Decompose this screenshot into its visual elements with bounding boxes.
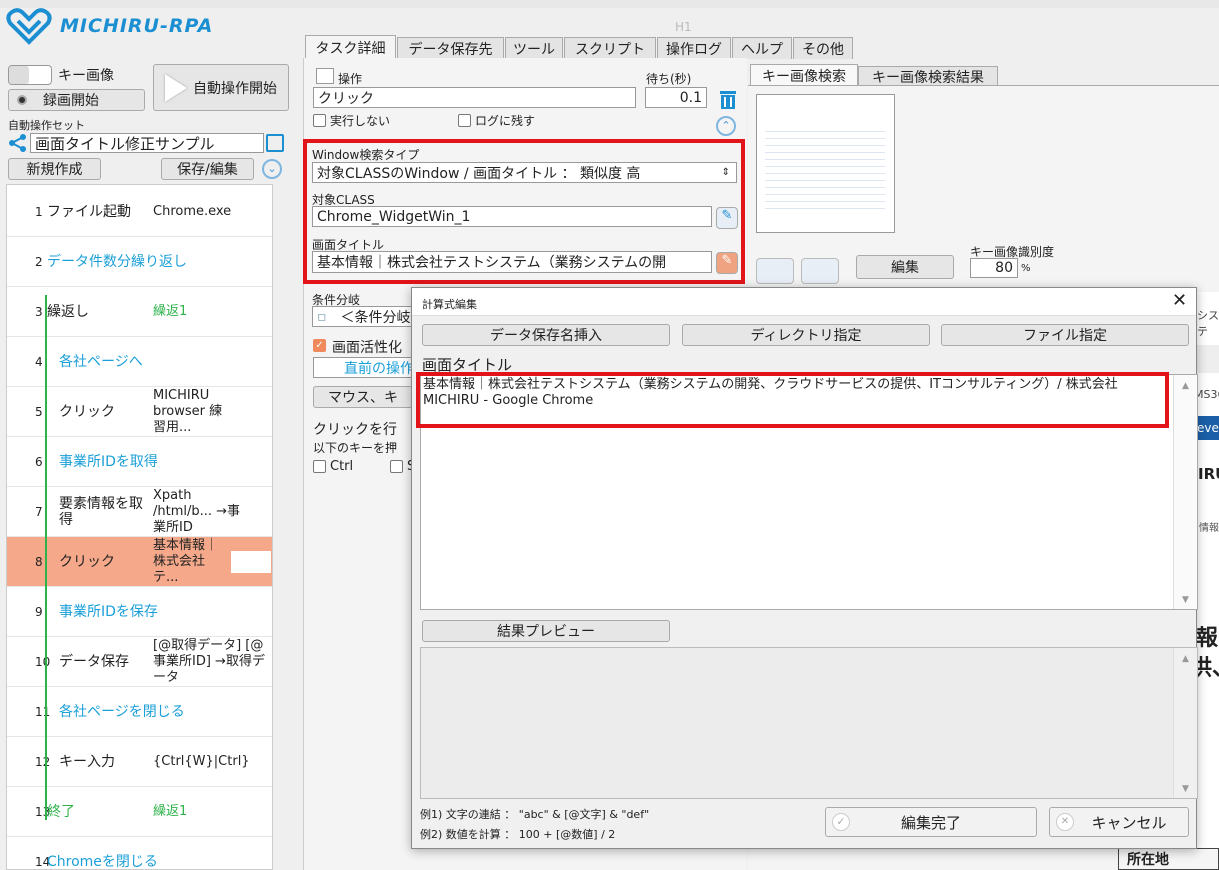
class-field[interactable]: Chrome_WidgetWin_1 xyxy=(312,206,712,227)
select-arrows-icon: ⇕ xyxy=(721,167,730,178)
scrollbar[interactable]: ▲ ▼ xyxy=(1173,375,1197,609)
cancel-button[interactable]: ✕ キャンセル xyxy=(1049,807,1189,837)
op-field[interactable]: クリック xyxy=(313,87,636,108)
tab-data-save[interactable]: データ保存先 xyxy=(397,37,504,59)
example-2: 例2) 数値を計算 ： 100 + [@数値] / 2 xyxy=(420,828,616,841)
skip-checkbox[interactable]: 実行しない xyxy=(313,112,390,129)
new-button[interactable]: 新規作成 xyxy=(8,158,101,180)
cond-field[interactable]: ▫ ＜条件分岐 xyxy=(312,306,412,327)
background-text: IRU xyxy=(1198,465,1219,483)
cancel-icon: ✕ xyxy=(1056,813,1074,831)
dialog-titlebar xyxy=(412,288,1196,316)
accuracy-field[interactable]: 80 xyxy=(970,258,1018,278)
share-icon xyxy=(8,133,28,153)
list-item[interactable]: 2 データ件数分繰り返し xyxy=(7,237,272,287)
tab-key-image-result[interactable]: キー画像検索結果 xyxy=(858,66,998,86)
background-bar xyxy=(1197,345,1219,373)
activate-label: 画面活性化 xyxy=(332,340,402,356)
background-browser xyxy=(1197,292,1219,870)
heading-menu: H1 xyxy=(675,20,692,34)
background-text: evel xyxy=(1197,416,1219,440)
formula-dialog: 計算式編集 ✕ データ保存名挿入 ディレクトリ指定 ファイル指定 画面タイトル … xyxy=(411,287,1198,849)
activate-checkbox[interactable]: ✓ xyxy=(313,339,326,352)
wait-label: 待ち(秒) xyxy=(646,72,692,86)
save-edit-button[interactable]: 保存/編集 xyxy=(161,158,254,180)
thumbnail xyxy=(231,551,271,573)
preview-button[interactable]: 結果プレビュー xyxy=(422,620,670,642)
list-item[interactable]: 14 Chromeを閉じる xyxy=(7,837,272,870)
tab-log[interactable]: 操作ログ xyxy=(657,37,731,59)
tab-key-image-search[interactable]: キー画像検索 xyxy=(750,64,858,86)
loop-line xyxy=(45,295,47,820)
auto-start-button[interactable]: 自動操作開始 xyxy=(153,64,289,111)
wait-field[interactable]: 0.1 xyxy=(645,87,707,108)
highlight-text-box xyxy=(416,372,1169,428)
background-text: 報 xyxy=(1196,626,1219,651)
chevron-down-icon[interactable]: ⌄ xyxy=(262,159,282,179)
play-icon xyxy=(165,73,187,102)
click-label: クリックを行 xyxy=(313,422,397,438)
insert-data-name-button[interactable]: データ保存名挿入 xyxy=(422,324,670,346)
tab-script[interactable]: スクリプト xyxy=(564,37,656,59)
mouse-button[interactable]: マウス、キ xyxy=(313,386,413,408)
set-name-field[interactable]: 画面タイトル修正サンプル xyxy=(30,133,264,153)
capture-icon[interactable] xyxy=(801,258,839,284)
edit-pencil-icon[interactable]: ✎ xyxy=(716,207,738,229)
key-image-thumbnail xyxy=(756,94,895,233)
title-field[interactable]: 基本情報｜株式会社テストシステム（業務システムの開 xyxy=(312,251,712,273)
keys-label: 以下のキーを押 xyxy=(313,441,398,455)
check-icon: ✓ xyxy=(832,813,850,831)
app-title: MICHIRU-RPA xyxy=(60,15,214,37)
close-icon[interactable]: ✕ xyxy=(1172,290,1187,311)
background-text: 所在地 xyxy=(1118,848,1219,870)
op-label: 操作 xyxy=(338,72,363,86)
step-list: 1 ファイル起動 Chrome.exe 2 データ件数分繰り返し 3 繰返し 繰返1 4各… xyxy=(6,184,273,870)
dialog-title: 計算式編集 xyxy=(422,298,477,311)
op-checkbox[interactable] xyxy=(316,68,334,84)
edit-pencil-active-icon[interactable]: ✎ xyxy=(716,252,738,274)
record-button[interactable]: 録画開始 xyxy=(8,89,145,111)
set-label: 自動操作セット xyxy=(8,119,85,132)
win-type-select[interactable]: 対象CLASSのWindow / 画面タイトル ： 類似度 高 ⇕ xyxy=(312,162,737,183)
list-item[interactable]: 1 ファイル起動 Chrome.exe xyxy=(7,187,272,237)
key-image-label: キー画像 xyxy=(58,68,114,84)
chevron-up-icon[interactable]: ⌃ xyxy=(716,116,736,136)
logo-icon xyxy=(6,8,52,45)
log-checkbox[interactable]: ログに残す xyxy=(458,112,535,129)
key-image-toggle[interactable] xyxy=(8,65,52,85)
ok-button[interactable]: ✓ 編集完了 xyxy=(825,807,1037,837)
open-icon[interactable] xyxy=(266,134,284,152)
tab-other[interactable]: その他 xyxy=(793,37,853,59)
example-1: 例1) 文字の連結 ： "abc" & [@文字] & "def" xyxy=(420,808,650,821)
tab-help[interactable]: ヘルプ xyxy=(732,37,792,59)
preview-area: ▲ ▼ xyxy=(420,647,1198,799)
directory-button[interactable]: ディレクトリ指定 xyxy=(682,324,930,346)
tab-task-detail[interactable]: タスク詳細 xyxy=(305,35,396,59)
percent-label: % xyxy=(1021,263,1031,274)
tab-tools[interactable]: ツール xyxy=(505,37,563,59)
prev-op-field[interactable]: 直前の操作 xyxy=(313,357,413,378)
win-type-label: Window検索タイプ xyxy=(312,148,420,162)
file-button[interactable]: ファイル指定 xyxy=(941,324,1189,346)
trash-icon[interactable] xyxy=(717,88,739,110)
background-text: システ xyxy=(1197,309,1219,338)
key-image-edit-button[interactable]: 編集 xyxy=(856,255,954,279)
zoom-icon[interactable] xyxy=(756,258,794,284)
background-text: 情報 xyxy=(1199,523,1219,534)
app-logo: MICHIRU-RPA xyxy=(4,6,264,46)
ctrl-checkbox[interactable]: Ctrl xyxy=(313,459,353,474)
record-icon xyxy=(17,95,27,105)
